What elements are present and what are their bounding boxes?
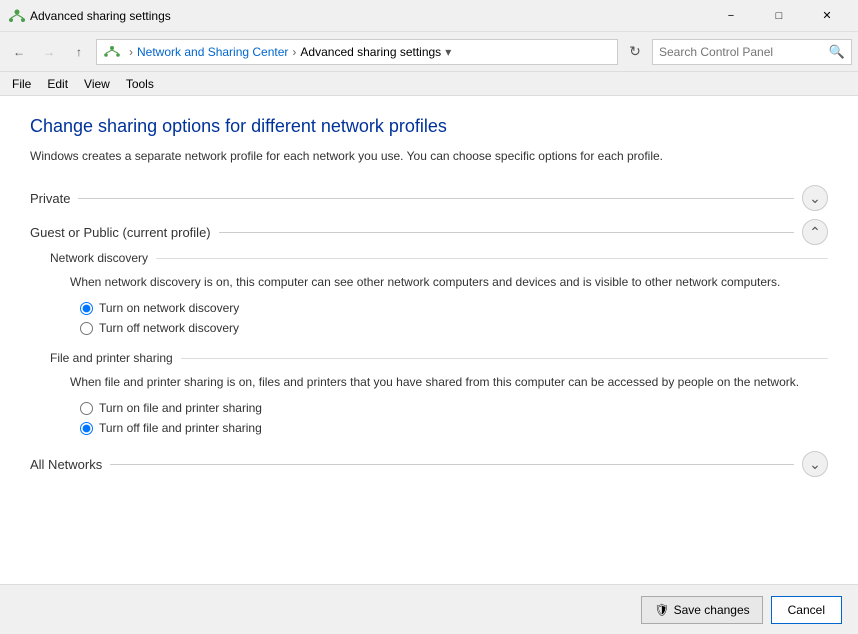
profile-all-networks-label: All Networks (30, 457, 102, 472)
subsection-network-discovery: Network discovery When network discovery… (50, 251, 828, 335)
network-discovery-off-radio[interactable] (80, 322, 93, 335)
network-discovery-header: Network discovery (50, 251, 828, 265)
breadcrumb-network-link[interactable]: Network and Sharing Center (137, 45, 288, 59)
file-printer-sharing-desc: When file and printer sharing is on, fil… (50, 373, 828, 391)
profile-guest-public-content: Network discovery When network discovery… (30, 251, 828, 435)
menu-file[interactable]: File (4, 75, 39, 93)
profile-private-toggle[interactable]: ⌄ (802, 185, 828, 211)
page-title: Change sharing options for different net… (30, 116, 828, 137)
up-button[interactable]: ↑ (66, 39, 92, 65)
profile-guest-public-line (219, 232, 794, 233)
breadcrumb-dropdown-button[interactable]: ▾ (445, 45, 451, 59)
network-discovery-desc: When network discovery is on, this compu… (50, 273, 828, 291)
network-discovery-on-text: Turn on network discovery (99, 301, 239, 315)
menu-bar: File Edit View Tools (0, 72, 858, 96)
profile-guest-public-toggle[interactable]: ⌃ (802, 219, 828, 245)
breadcrumb: › Network and Sharing Center › Advanced … (96, 39, 618, 65)
forward-button[interactable]: → (36, 39, 62, 65)
breadcrumb-sep-1: › (129, 45, 133, 59)
menu-tools[interactable]: Tools (118, 75, 162, 93)
profile-guest-public-header: Guest or Public (current profile) ⌃ (30, 219, 828, 245)
network-discovery-label: Network discovery (50, 251, 148, 265)
network-discovery-off-label[interactable]: Turn off network discovery (80, 321, 828, 335)
file-printer-sharing-on-label[interactable]: Turn on file and printer sharing (80, 401, 828, 415)
profile-guest-public: Guest or Public (current profile) ⌃ Netw… (30, 219, 828, 435)
content-area: Change sharing options for different net… (0, 96, 858, 634)
file-printer-sharing-on-text: Turn on file and printer sharing (99, 401, 262, 415)
window-title: Advanced sharing settings (30, 9, 708, 23)
profile-private-label: Private (30, 191, 70, 206)
window-controls: − □ ✕ (708, 0, 850, 32)
profile-private-header: Private ⌄ (30, 185, 828, 211)
search-icon: 🔍 (829, 44, 845, 60)
save-changes-button[interactable]: 🛡 Save changes (641, 596, 762, 624)
title-bar: Advanced sharing settings − □ ✕ (0, 0, 858, 32)
profile-all-networks: All Networks ⌄ (30, 451, 828, 477)
profile-all-networks-line (110, 464, 794, 465)
save-changes-label: Save changes (674, 603, 750, 617)
file-printer-sharing-line (181, 358, 828, 359)
menu-view[interactable]: View (76, 75, 118, 93)
file-printer-sharing-off-radio[interactable] (80, 422, 93, 435)
close-button[interactable]: ✕ (804, 0, 850, 32)
shield-icon: 🛡 (654, 603, 669, 617)
network-breadcrumb-icon (103, 45, 121, 59)
profile-private-line (78, 198, 794, 199)
subsection-file-printer-sharing: File and printer sharing When file and p… (50, 351, 828, 435)
network-discovery-options: Turn on network discovery Turn off netwo… (50, 301, 828, 335)
bottom-bar: 🛡 Save changes Cancel (0, 584, 858, 634)
file-printer-sharing-header: File and printer sharing (50, 351, 828, 365)
file-printer-sharing-off-text: Turn off file and printer sharing (99, 421, 262, 435)
file-printer-sharing-off-label[interactable]: Turn off file and printer sharing (80, 421, 828, 435)
search-input[interactable] (659, 45, 829, 59)
network-discovery-on-label[interactable]: Turn on network discovery (80, 301, 828, 315)
search-box: 🔍 (652, 39, 852, 65)
breadcrumb-sep-2: › (292, 45, 296, 59)
profile-all-networks-toggle[interactable]: ⌄ (802, 451, 828, 477)
profile-all-networks-header: All Networks ⌄ (30, 451, 828, 477)
menu-edit[interactable]: Edit (39, 75, 76, 93)
minimize-button[interactable]: − (708, 0, 754, 32)
cancel-button[interactable]: Cancel (771, 596, 842, 624)
file-printer-sharing-on-radio[interactable] (80, 402, 93, 415)
file-printer-sharing-options: Turn on file and printer sharing Turn of… (50, 401, 828, 435)
network-discovery-line (156, 258, 828, 259)
address-bar: ← → ↑ › Network and Sharing Center › Adv… (0, 32, 858, 72)
window-icon (8, 8, 24, 24)
network-discovery-on-radio[interactable] (80, 302, 93, 315)
profile-guest-public-label: Guest or Public (current profile) (30, 225, 211, 240)
page-description: Windows creates a separate network profi… (30, 147, 828, 165)
refresh-button[interactable]: ↻ (622, 39, 648, 65)
maximize-button[interactable]: □ (756, 0, 802, 32)
breadcrumb-current-page: Advanced sharing settings (300, 45, 441, 59)
profile-private: Private ⌄ (30, 185, 828, 211)
network-discovery-off-text: Turn off network discovery (99, 321, 239, 335)
back-button[interactable]: ← (6, 39, 32, 65)
file-printer-sharing-label: File and printer sharing (50, 351, 173, 365)
